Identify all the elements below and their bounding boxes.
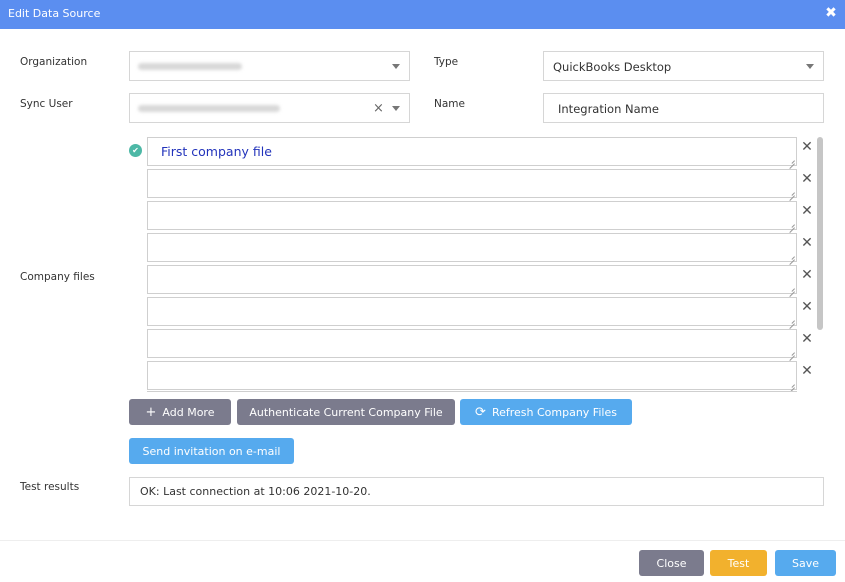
company-file-input[interactable]	[147, 169, 797, 198]
save-button[interactable]: Save	[775, 550, 836, 576]
close-button[interactable]: Close	[639, 550, 704, 576]
test-results-field: OK: Last connection at 10:06 2021-10-20.	[129, 477, 824, 506]
refresh-company-files-button[interactable]: ⟳ Refresh Company Files	[460, 399, 632, 425]
sync-user-select[interactable]: ×	[129, 93, 410, 123]
test-results-value: OK: Last connection at 10:06 2021-10-20.	[140, 485, 371, 498]
company-file-input[interactable]	[147, 329, 797, 358]
resize-handle[interactable]	[788, 189, 795, 196]
close-icon[interactable]: ✕	[800, 171, 814, 187]
organization-label: Organization	[20, 56, 88, 68]
type-label: Type	[434, 56, 459, 68]
organization-select[interactable]	[129, 51, 410, 81]
plus-icon: +	[145, 404, 157, 420]
send-invitation-label: Send invitation on e-mail	[142, 444, 281, 458]
dialog-titlebar: Edit Data Source ✖	[0, 0, 845, 29]
authenticate-label: Authenticate Current Company File	[249, 405, 443, 419]
sync-user-value-redacted	[138, 105, 280, 112]
type-select[interactable]: QuickBooks Desktop	[543, 51, 824, 81]
close-icon[interactable]: ✕	[800, 363, 814, 379]
close-icon[interactable]: ✕	[800, 203, 814, 219]
resize-handle[interactable]	[788, 221, 795, 228]
close-icon[interactable]: ✕	[800, 267, 814, 283]
chevron-down-icon	[806, 64, 814, 69]
company-file-input[interactable]	[147, 233, 797, 262]
test-button[interactable]: Test	[710, 550, 767, 576]
resize-handle[interactable]	[788, 381, 795, 388]
company-files-scrollbar[interactable]	[817, 137, 823, 330]
company-files-label: Company files	[20, 271, 95, 283]
sync-user-label: Sync User	[20, 98, 73, 110]
dialog-title: Edit Data Source	[8, 7, 101, 20]
close-icon[interactable]: ✕	[800, 235, 814, 251]
send-invitation-button[interactable]: Send invitation on e-mail	[129, 438, 294, 464]
close-icon[interactable]: ✕	[800, 139, 814, 155]
name-input[interactable]: Integration Name	[543, 93, 824, 123]
resize-handle[interactable]	[788, 253, 795, 260]
company-file-input[interactable]	[147, 361, 797, 390]
close-icon[interactable]: ✕	[800, 299, 814, 315]
footer-divider	[0, 540, 845, 541]
test-results-label: Test results	[20, 481, 80, 493]
company-file-input-partial	[147, 391, 797, 396]
refresh-label: Refresh Company Files	[491, 405, 617, 419]
chevron-down-icon	[392, 106, 400, 111]
refresh-icon: ⟳	[475, 404, 486, 420]
clear-icon[interactable]: ×	[373, 101, 384, 116]
resize-handle[interactable]	[788, 349, 795, 356]
close-icon[interactable]: ✕	[800, 331, 814, 347]
chevron-down-icon	[392, 64, 400, 69]
close-icon[interactable]: ✖	[823, 5, 839, 21]
resize-handle[interactable]	[788, 317, 795, 324]
test-label: Test	[727, 556, 750, 570]
company-file-input[interactable]	[147, 297, 797, 326]
add-more-label: Add More	[162, 405, 215, 419]
organization-value-redacted	[138, 63, 242, 70]
name-label: Name	[434, 98, 465, 110]
company-file-input[interactable]: First company file	[147, 137, 797, 166]
close-label: Close	[656, 556, 687, 570]
name-value: Integration Name	[558, 102, 659, 116]
type-value: QuickBooks Desktop	[553, 60, 672, 74]
authenticate-company-file-button[interactable]: Authenticate Current Company File	[237, 399, 455, 425]
check-circle-icon: ✔	[129, 144, 142, 157]
resize-handle[interactable]	[788, 157, 795, 164]
save-label: Save	[791, 556, 819, 570]
company-file-value: First company file	[161, 144, 272, 159]
resize-handle[interactable]	[788, 285, 795, 292]
add-more-button[interactable]: + Add More	[129, 399, 231, 425]
company-file-input[interactable]	[147, 201, 797, 230]
company-file-input[interactable]	[147, 265, 797, 294]
